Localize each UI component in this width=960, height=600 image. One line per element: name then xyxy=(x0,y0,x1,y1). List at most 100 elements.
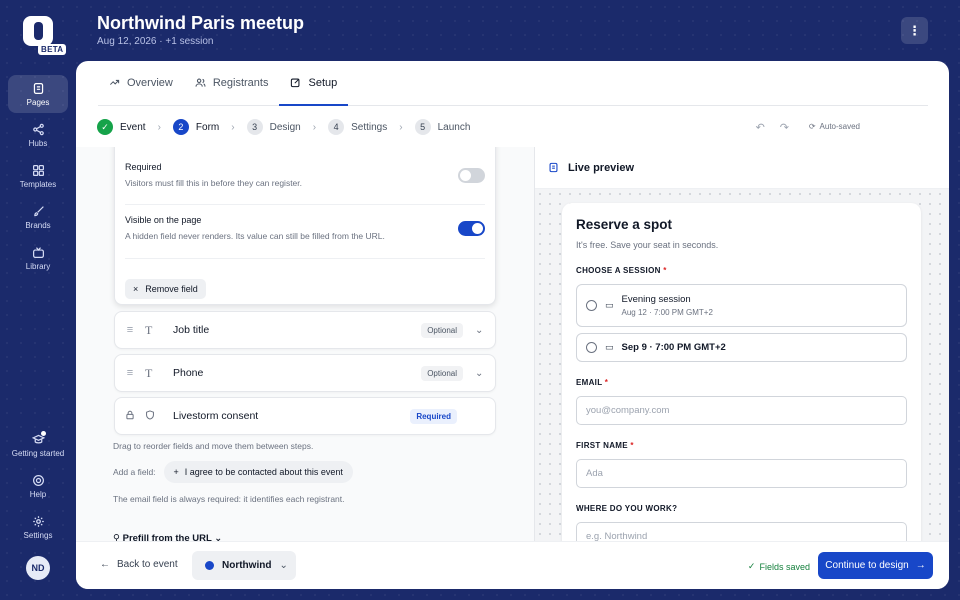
sidebar-item-templates[interactable]: Templates xyxy=(8,157,68,195)
app-logo[interactable] xyxy=(23,16,53,46)
first-name-field[interactable]: Ada xyxy=(576,459,907,488)
sidebar-item-settings[interactable]: Settings xyxy=(8,508,68,546)
brand-color-dot xyxy=(205,561,214,570)
chevron-right-icon: › xyxy=(231,121,235,133)
step-design[interactable]: 3 Design xyxy=(246,119,301,135)
preview-title: Live preview xyxy=(568,161,635,174)
page-title: Northwind Paris meetup xyxy=(97,13,305,33)
radio-button[interactable] xyxy=(586,300,597,311)
continue-label: Continue to design xyxy=(825,560,909,571)
tab-label: Overview xyxy=(127,76,173,89)
field-row-job-title[interactable]: ≡ T Job title Optional ⌄ xyxy=(114,311,496,349)
chip-label: I agree to be contacted about this event xyxy=(184,467,343,477)
remove-field-button[interactable]: × Remove field xyxy=(125,279,206,299)
email-label: EMAIL * xyxy=(576,378,609,387)
required-description: Visitors must fill this in before they c… xyxy=(125,178,303,188)
chevron-down-icon[interactable]: ⌄ xyxy=(475,368,495,379)
shield-icon xyxy=(145,409,173,424)
session-title: Evening session xyxy=(621,294,691,305)
sidebar-item-pages[interactable]: Pages xyxy=(8,75,68,113)
email-field[interactable]: you@company.com xyxy=(576,396,907,425)
calendar-icon: ▭ xyxy=(605,300,614,310)
tv-icon xyxy=(32,246,44,258)
link-icon: ⚲ xyxy=(113,533,123,541)
optional-badge: Optional xyxy=(421,322,463,338)
remove-field-label: Remove field xyxy=(145,284,198,294)
radio-button[interactable] xyxy=(586,342,597,353)
brand-name: Northwind xyxy=(222,560,272,571)
session-option[interactable]: ▭ Sep 9 · 7:00 PM GMT+2 xyxy=(576,333,907,362)
sidebar-item-getting-started[interactable]: Getting started xyxy=(8,426,68,464)
add-consent-chip[interactable]: + I agree to be contacted about this eve… xyxy=(163,461,353,483)
registration-form: Reserve a spot It's free. Save your seat… xyxy=(562,203,921,541)
tab-overview[interactable]: Overview xyxy=(98,61,184,106)
calendar-icon: ▭ xyxy=(605,342,614,352)
work-label: WHERE DO YOU WORK? xyxy=(576,504,678,513)
chevron-down-icon: ⌄ xyxy=(214,533,223,541)
required-toggle[interactable] xyxy=(458,168,485,183)
sidebar-item-hubs[interactable]: Hubs xyxy=(8,116,68,154)
field-name: Job title xyxy=(173,324,210,336)
email-note: The email field is always required: it i… xyxy=(113,494,345,504)
tab-registrants[interactable]: Registrants xyxy=(184,61,280,106)
notification-dot xyxy=(41,431,46,436)
step-launch[interactable]: 5 Launch xyxy=(414,119,471,135)
visible-option: Visible on the page A hidden field never… xyxy=(125,215,485,241)
sidebar-item-label: Help xyxy=(29,489,47,499)
sidebar-item-label: Brands xyxy=(25,220,51,230)
field-name: Phone xyxy=(173,367,204,379)
divider xyxy=(125,204,485,205)
sidebar-item-library[interactable]: Library xyxy=(8,239,68,277)
required-option: Required Visitors must fill this in befo… xyxy=(125,162,485,188)
chevron-down-icon: ⌄ xyxy=(279,560,288,571)
drag-handle-icon[interactable]: ≡ xyxy=(115,367,145,379)
arrow-left-icon: ← xyxy=(100,559,110,570)
tab-bar: Overview Registrants Setup xyxy=(98,61,928,106)
continue-button[interactable]: Continue to design → xyxy=(818,552,933,579)
saved-label: Fields saved xyxy=(759,561,810,572)
undo-icon[interactable]: ↶ xyxy=(756,121,765,134)
session-option[interactable]: ▭ Evening session Aug 12 · 7:00 PM GMT+2 xyxy=(576,284,907,327)
drag-handle-icon[interactable]: ≡ xyxy=(115,324,145,336)
step-label: Design xyxy=(269,121,301,133)
sidebar-item-label: Pages xyxy=(26,97,50,107)
field-name: Livestorm consent xyxy=(173,410,259,422)
prefill-section[interactable]: ⚲ Prefill from the URL ⌄ xyxy=(113,533,222,541)
visible-toggle[interactable] xyxy=(458,221,485,236)
user-avatar[interactable]: ND xyxy=(26,556,50,580)
users-icon xyxy=(195,78,206,87)
back-button[interactable]: ← Back to event xyxy=(100,559,178,570)
chevron-down-icon[interactable]: ⌄ xyxy=(475,325,495,336)
session-date: Aug 12 · 7:00 PM GMT+2 xyxy=(621,308,713,317)
step-number: 3 xyxy=(246,119,263,135)
sidebar-item-label: Library xyxy=(25,261,51,271)
required-title: Required xyxy=(125,162,162,172)
step-label: Launch xyxy=(437,121,471,133)
lock-icon xyxy=(115,410,145,423)
optional-badge: Optional xyxy=(421,365,463,381)
fields-saved-status: ✓ Fields saved xyxy=(748,561,810,572)
step-settings[interactable]: 4 Settings xyxy=(328,119,387,135)
step-label: Event xyxy=(120,121,146,133)
back-label: Back to event xyxy=(117,559,178,570)
tab-setup[interactable]: Setup xyxy=(279,61,349,106)
work-field[interactable]: e.g. Northwind xyxy=(576,522,907,541)
visible-description: A hidden field never renders. Its value … xyxy=(125,231,385,241)
tab-label: Registrants xyxy=(212,76,269,89)
arrow-right-icon: → xyxy=(915,560,926,571)
more-options-button[interactable]: ⋮ xyxy=(901,17,928,44)
brand-select[interactable]: Northwind ⌄ xyxy=(192,551,296,580)
more-icon: ⋮ xyxy=(908,22,921,38)
reorder-help: Drag to reorder fields and move them bet… xyxy=(113,441,314,451)
preview-header: Live preview xyxy=(535,147,949,189)
sidebar-item-label: Hubs xyxy=(28,138,48,148)
step-event[interactable]: ✓ Event xyxy=(97,119,146,135)
sidebar-item-help[interactable]: Help xyxy=(8,467,68,505)
step-form[interactable]: 2 Form xyxy=(172,119,219,135)
sidebar-item-label: Templates xyxy=(19,179,57,189)
sidebar-item-brands[interactable]: Brands xyxy=(8,198,68,236)
redo-icon[interactable]: ↷ xyxy=(780,121,789,134)
field-row-phone[interactable]: ≡ T Phone Optional ⌄ xyxy=(114,354,496,392)
lifebuoy-icon xyxy=(32,474,44,486)
page-subtitle: Aug 12, 2026 · +1 session xyxy=(97,36,214,47)
